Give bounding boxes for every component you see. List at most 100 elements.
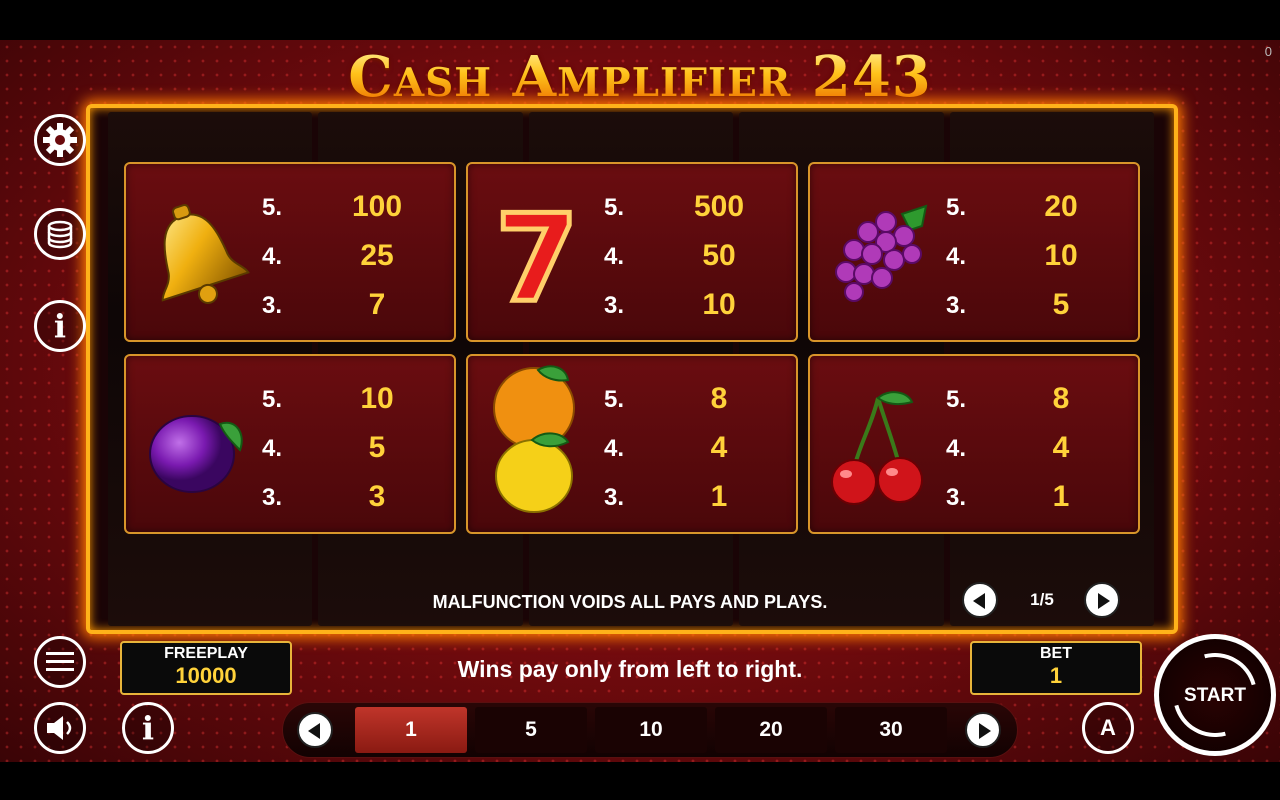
page-indicator: 1/5 bbox=[1030, 590, 1054, 609]
paytable-card-plum: 5. 10 4. 5 3. 3 bbox=[124, 354, 456, 534]
autoplay-button[interactable]: A bbox=[1082, 702, 1134, 754]
counter-text: 0 bbox=[1264, 44, 1272, 59]
pay-row: 3. 10 bbox=[604, 284, 784, 324]
count-label: 5. bbox=[946, 386, 967, 413]
count-label: 5. bbox=[262, 194, 283, 221]
pay-value: 100 bbox=[351, 190, 403, 223]
speaker-icon bbox=[47, 716, 72, 740]
paytable-card-cherries: 5. 8 4. 4 3. 1 bbox=[808, 354, 1140, 534]
pay-value: 4 bbox=[1052, 431, 1070, 464]
bet-prev-button[interactable] bbox=[297, 712, 333, 748]
cherries-icon bbox=[831, 391, 923, 505]
coins-button[interactable] bbox=[34, 208, 86, 260]
bet-option[interactable]: 5 bbox=[475, 707, 587, 753]
menu-button[interactable] bbox=[34, 636, 86, 688]
paytable-card-seven: 7 5. 500 4. 50 3. 10 bbox=[466, 162, 798, 342]
pay-value: 10 bbox=[360, 382, 394, 415]
start-label: START bbox=[1184, 685, 1246, 706]
top-letterbox bbox=[0, 0, 1280, 40]
hamburger-icon bbox=[46, 652, 74, 671]
pay-row: 5. 500 bbox=[604, 186, 784, 226]
pay-value: 3 bbox=[368, 480, 386, 513]
info-icon: i bbox=[141, 709, 155, 747]
paytable-card-orange-lemon: 5. 8 4. 4 3. 1 bbox=[466, 354, 798, 534]
pay-value: 1 bbox=[1052, 480, 1070, 513]
bet-label: BET bbox=[1040, 645, 1072, 662]
pay-value: 4 bbox=[710, 431, 728, 464]
bet-option[interactable]: 10 bbox=[595, 707, 707, 753]
pay-value: 25 bbox=[360, 239, 394, 272]
pay-value: 8 bbox=[1052, 382, 1070, 415]
pay-row: 4. 5 bbox=[262, 427, 442, 467]
paytable-card-bell: 5. 100 4. 25 3. 7 bbox=[124, 162, 456, 342]
pay-row: 4. 4 bbox=[604, 427, 784, 467]
pay-row: 5. 8 bbox=[946, 378, 1126, 418]
bet-option[interactable]: 30 bbox=[835, 707, 947, 753]
pay-row: 5. 10 bbox=[262, 378, 442, 418]
next-page-button[interactable] bbox=[1084, 582, 1120, 618]
pay-row: 5. 8 bbox=[604, 378, 784, 418]
bet-option[interactable]: 1 bbox=[355, 707, 467, 753]
bet-value: 1 bbox=[1049, 663, 1063, 688]
count-label: 5. bbox=[946, 194, 967, 221]
pay-row: 3. 5 bbox=[946, 284, 1126, 324]
wins-note: Wins pay only from left to right. bbox=[457, 656, 803, 682]
seven-icon: 7 bbox=[493, 192, 582, 316]
freeplay-value: 10000 bbox=[175, 663, 237, 688]
count-label: 4. bbox=[262, 243, 283, 270]
info-icon: i bbox=[53, 307, 67, 345]
count-label: 4. bbox=[262, 435, 283, 462]
pay-row: 3. 1 bbox=[946, 476, 1126, 516]
prev-page-button[interactable] bbox=[962, 582, 998, 618]
info-button[interactable]: i bbox=[34, 300, 86, 352]
bottom-letterbox bbox=[0, 762, 1280, 800]
pay-value: 500 bbox=[693, 190, 745, 223]
pay-row: 3. 1 bbox=[604, 476, 784, 516]
autoplay-icon: A bbox=[1100, 715, 1116, 740]
count-label: 3. bbox=[946, 484, 967, 511]
count-label: 3. bbox=[262, 484, 283, 511]
pay-value: 10 bbox=[702, 288, 736, 321]
pay-value: 5 bbox=[1052, 288, 1070, 321]
count-label: 3. bbox=[604, 292, 625, 319]
pay-row: 5. 20 bbox=[946, 186, 1126, 226]
svg-text:7: 7 bbox=[495, 192, 579, 316]
freeplay-box: FREEPLAY 10000 bbox=[120, 641, 292, 695]
paytable-card-grapes: 5. 20 4. 10 3. 5 bbox=[808, 162, 1140, 342]
paytable: 5. 100 4. 25 3. 7 7 5. 500 4. 50 3. 10 5. 20 4.… bbox=[124, 162, 1140, 534]
grapes-icon bbox=[835, 204, 928, 302]
pay-value: 5 bbox=[368, 431, 386, 464]
help-button[interactable]: i bbox=[122, 702, 174, 754]
pay-value: 1 bbox=[710, 480, 728, 513]
pay-value: 8 bbox=[710, 382, 728, 415]
bet-box: BET 1 bbox=[970, 641, 1142, 695]
pay-row: 4. 4 bbox=[946, 427, 1126, 467]
bell-icon bbox=[161, 204, 250, 304]
settings-button[interactable] bbox=[34, 114, 86, 166]
count-label: 5. bbox=[604, 386, 625, 413]
orange-lemon-icon bbox=[493, 365, 575, 513]
bet-option[interactable]: 20 bbox=[715, 707, 827, 753]
count-label: 4. bbox=[604, 243, 625, 270]
gear-icon bbox=[43, 123, 77, 157]
sound-button[interactable] bbox=[34, 702, 86, 754]
count-label: 4. bbox=[604, 435, 625, 462]
malfunction-notice: MALFUNCTION VOIDS ALL PAYS AND PLAYS. bbox=[432, 592, 828, 612]
pay-row: 3. 3 bbox=[262, 476, 442, 516]
count-label: 3. bbox=[946, 292, 967, 319]
count-label: 3. bbox=[262, 292, 283, 319]
pay-row: 4. 10 bbox=[946, 235, 1126, 275]
pay-row: 3. 7 bbox=[262, 284, 442, 324]
game-title: Cash Amplifier 243 bbox=[300, 44, 980, 110]
pay-value: 7 bbox=[368, 288, 386, 321]
pay-row: 5. 100 bbox=[262, 186, 442, 226]
start-button[interactable]: START bbox=[1154, 634, 1276, 756]
count-label: 4. bbox=[946, 243, 967, 270]
bet-next-button[interactable] bbox=[965, 712, 1001, 748]
bet-selector: 1 5 10 20 30 bbox=[282, 702, 1018, 758]
count-label: 4. bbox=[946, 435, 967, 462]
pay-value: 50 bbox=[702, 239, 736, 272]
paytable-pager: 1/5 bbox=[962, 582, 1122, 618]
pay-row: 4. 50 bbox=[604, 235, 784, 275]
pay-value: 10 bbox=[1044, 239, 1078, 272]
